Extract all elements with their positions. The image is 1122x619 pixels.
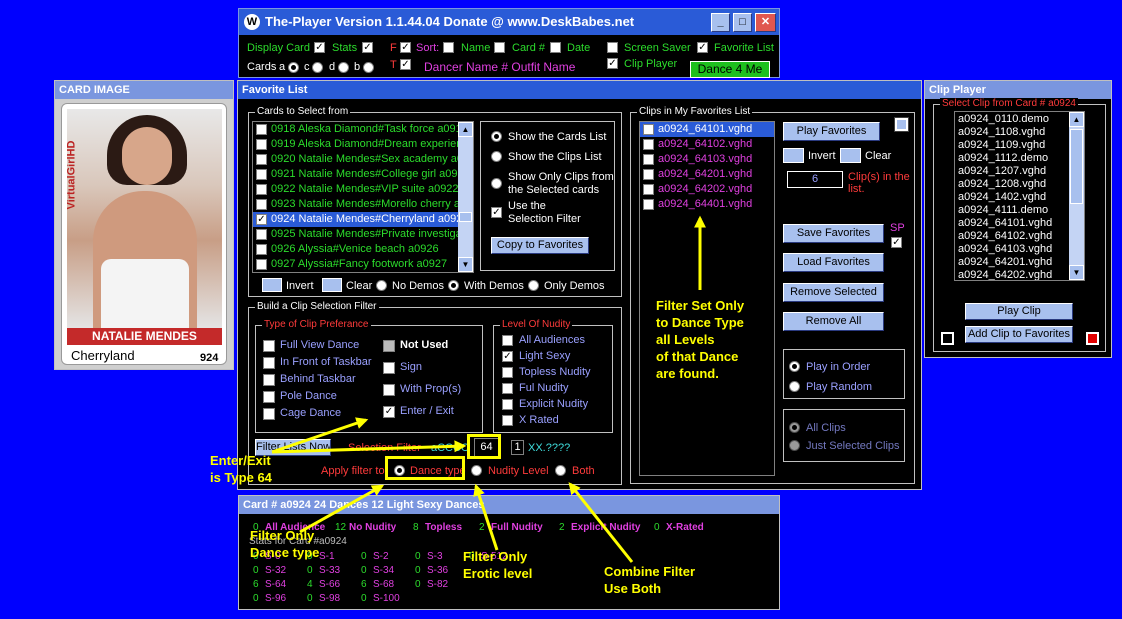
annotation-line: all Levels (656, 332, 715, 347)
annotation-line: Filter Set Only (656, 298, 745, 313)
arrow-filter-dance (299, 484, 385, 534)
annotation-line: of that Dance (656, 349, 739, 364)
arrow-filter-erotic (473, 483, 499, 551)
annotation-filter-erotic: Filter Only Erotic level (463, 548, 532, 582)
annotation-filter-set: Filter Set Only to Dance Type all Levels of… (656, 297, 744, 382)
annotation-arrows (271, 215, 706, 563)
annotation-enter-exit: Enter/Exit is Type 64 (210, 452, 272, 486)
arrow-enter-exit-b (271, 440, 467, 454)
annotation-line: are found. (656, 366, 719, 381)
annotation-line: Use Both (604, 581, 662, 596)
annotation-line: to Dance Type (656, 315, 744, 330)
annotation-line: Enter/Exit (210, 453, 271, 468)
annotation-line: Filter Only (463, 549, 528, 564)
annotation-combine: Combine Filter Use Both (604, 563, 695, 597)
arrow-enter-exit-a (271, 417, 369, 454)
annotation-line: Filter Only (250, 528, 315, 543)
annotation-filter-dance: Filter Only Dance type (250, 527, 319, 561)
arrow-combine (568, 482, 634, 563)
annotation-line: Erotic level (463, 566, 533, 581)
annotation-line: is Type 64 (210, 470, 272, 485)
annotation-line: Dance type (250, 545, 320, 560)
annotation-line: Combine Filter (604, 564, 696, 579)
